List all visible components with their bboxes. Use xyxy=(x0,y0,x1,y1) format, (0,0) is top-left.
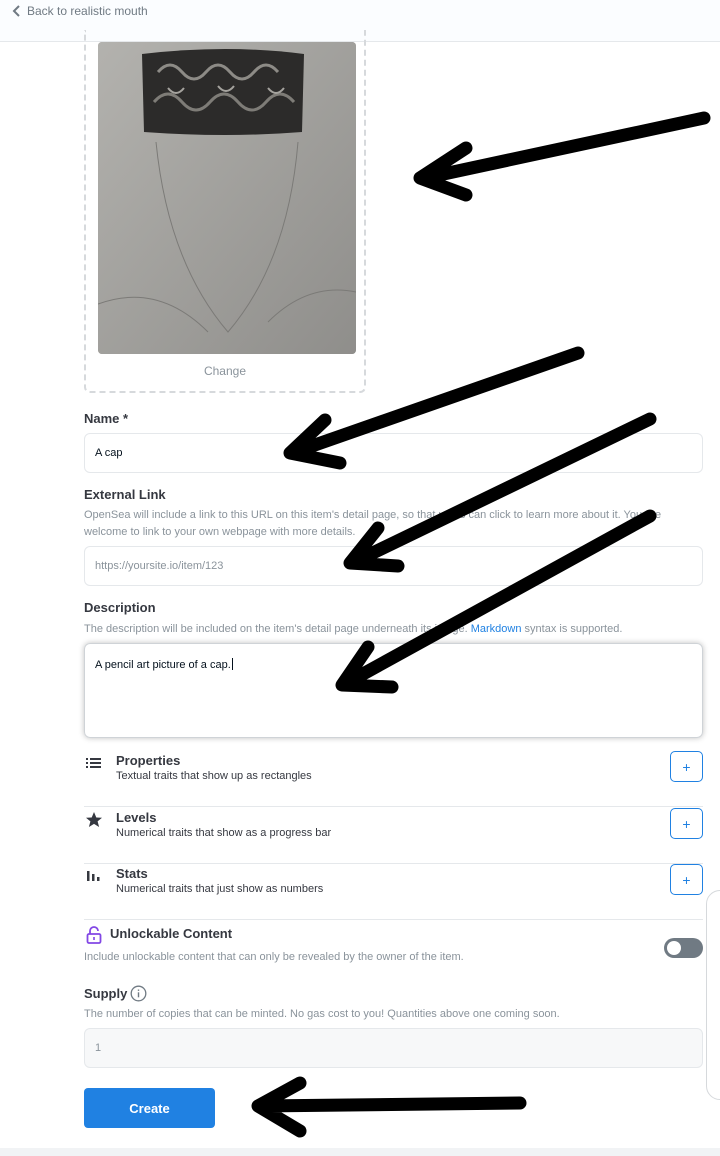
text-cursor xyxy=(231,658,233,670)
bar-chart-icon xyxy=(87,871,100,881)
stats-row: Stats Numerical traits that just show as… xyxy=(84,864,703,920)
unlockable-title: Unlockable Content xyxy=(110,926,233,941)
levels-title: Levels xyxy=(116,810,157,825)
chevron-left-icon xyxy=(12,5,20,17)
media-upload-box[interactable]: Change xyxy=(84,30,366,393)
arrow-to-create xyxy=(251,1076,527,1138)
name-input[interactable]: A cap xyxy=(84,433,703,473)
add-properties-button[interactable]: + xyxy=(670,751,703,782)
bottom-bar xyxy=(0,1148,720,1156)
add-levels-button[interactable]: + xyxy=(670,808,703,839)
external-link-label: External Link xyxy=(84,487,166,502)
description-helper-suffix: syntax is supported. xyxy=(524,623,623,635)
arrow-to-image xyxy=(413,111,711,202)
stats-title: Stats xyxy=(116,866,148,881)
description-textarea[interactable]: A pencil art picture of a cap. xyxy=(84,643,703,738)
star-icon xyxy=(86,812,102,827)
description-text: A pencil art picture of a cap. xyxy=(95,659,231,671)
markdown-link[interactable]: Markdown xyxy=(471,623,522,635)
description-helper-text: The description will be included on the … xyxy=(84,623,468,635)
supply-helper: The number of copies that can be minted.… xyxy=(84,1008,560,1020)
description-helper: The description will be included on the … xyxy=(84,621,704,638)
toggle-knob xyxy=(667,941,681,955)
back-link[interactable]: Back to realistic mouth xyxy=(12,4,148,18)
lock-icon xyxy=(86,926,102,944)
info-icon[interactable] xyxy=(130,985,147,1002)
create-button[interactable]: Create xyxy=(84,1088,215,1128)
name-label: Name * xyxy=(84,411,129,426)
properties-subtitle: Textual traits that show up as rectangle… xyxy=(116,770,312,782)
add-stats-button[interactable]: + xyxy=(670,864,703,895)
levels-subtitle: Numerical traits that show as a progress… xyxy=(116,827,332,839)
back-link-label: Back to realistic mouth xyxy=(27,4,148,18)
description-label: Description xyxy=(84,600,156,615)
external-link-helper: OpenSea will include a link to this URL … xyxy=(84,509,662,538)
list-icon xyxy=(86,758,101,768)
change-image-link[interactable]: Change xyxy=(86,364,364,378)
supply-input[interactable]: 1 xyxy=(84,1028,703,1068)
properties-title: Properties xyxy=(116,753,181,768)
supply-label: Supply xyxy=(84,986,128,1001)
item-image xyxy=(98,42,356,354)
unlockable-helper: Include unlockable content that can only… xyxy=(84,951,464,963)
unlockable-toggle[interactable] xyxy=(664,938,703,958)
side-panel-edge xyxy=(706,890,720,1100)
levels-row: Levels Numerical traits that show as a p… xyxy=(84,808,703,864)
stats-subtitle: Numerical traits that just show as numbe… xyxy=(116,883,324,895)
properties-row: Properties Textual traits that show up a… xyxy=(84,751,703,807)
external-link-input[interactable]: https://yoursite.io/item/123 xyxy=(84,546,703,586)
